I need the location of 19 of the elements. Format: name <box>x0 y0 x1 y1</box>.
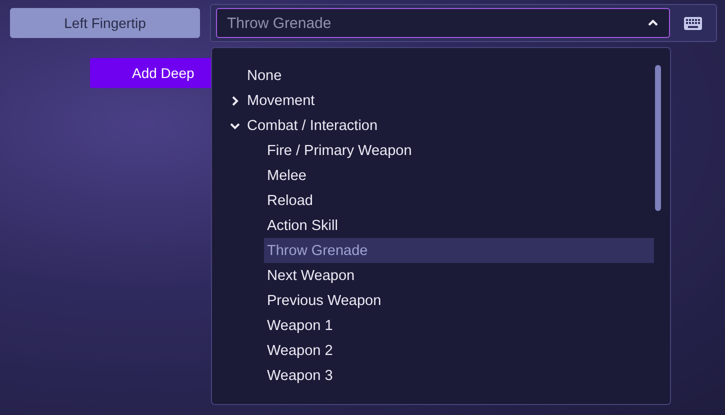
option-item[interactable]: Action Skill <box>264 213 654 238</box>
category-item[interactable]: Combat / Interaction <box>229 113 670 138</box>
option-item[interactable]: Next Weapon <box>264 263 654 288</box>
scrollbar[interactable] <box>655 65 661 211</box>
category-label: Movement <box>247 92 315 108</box>
option-item[interactable]: Weapon 1 <box>264 313 654 338</box>
keyboard-icon[interactable] <box>684 16 702 30</box>
option-item[interactable]: Previous Weapon <box>264 288 654 313</box>
option-item[interactable]: None <box>232 63 622 88</box>
category-label: Combat / Interaction <box>247 118 378 134</box>
action-select[interactable]: Throw Grenade <box>216 8 670 38</box>
option-item[interactable]: Weapon 2 <box>264 338 654 363</box>
option-item[interactable]: Melee <box>264 163 654 188</box>
option-item[interactable]: Reload <box>264 188 654 213</box>
hand-button[interactable]: Left Fingertip <box>10 8 200 38</box>
option-item[interactable]: Throw Grenade <box>264 238 654 263</box>
option-item[interactable]: Weapon 3 <box>264 363 654 388</box>
category-item[interactable]: Movement <box>229 88 670 113</box>
option-item[interactable]: Fire / Primary Weapon <box>264 138 654 163</box>
